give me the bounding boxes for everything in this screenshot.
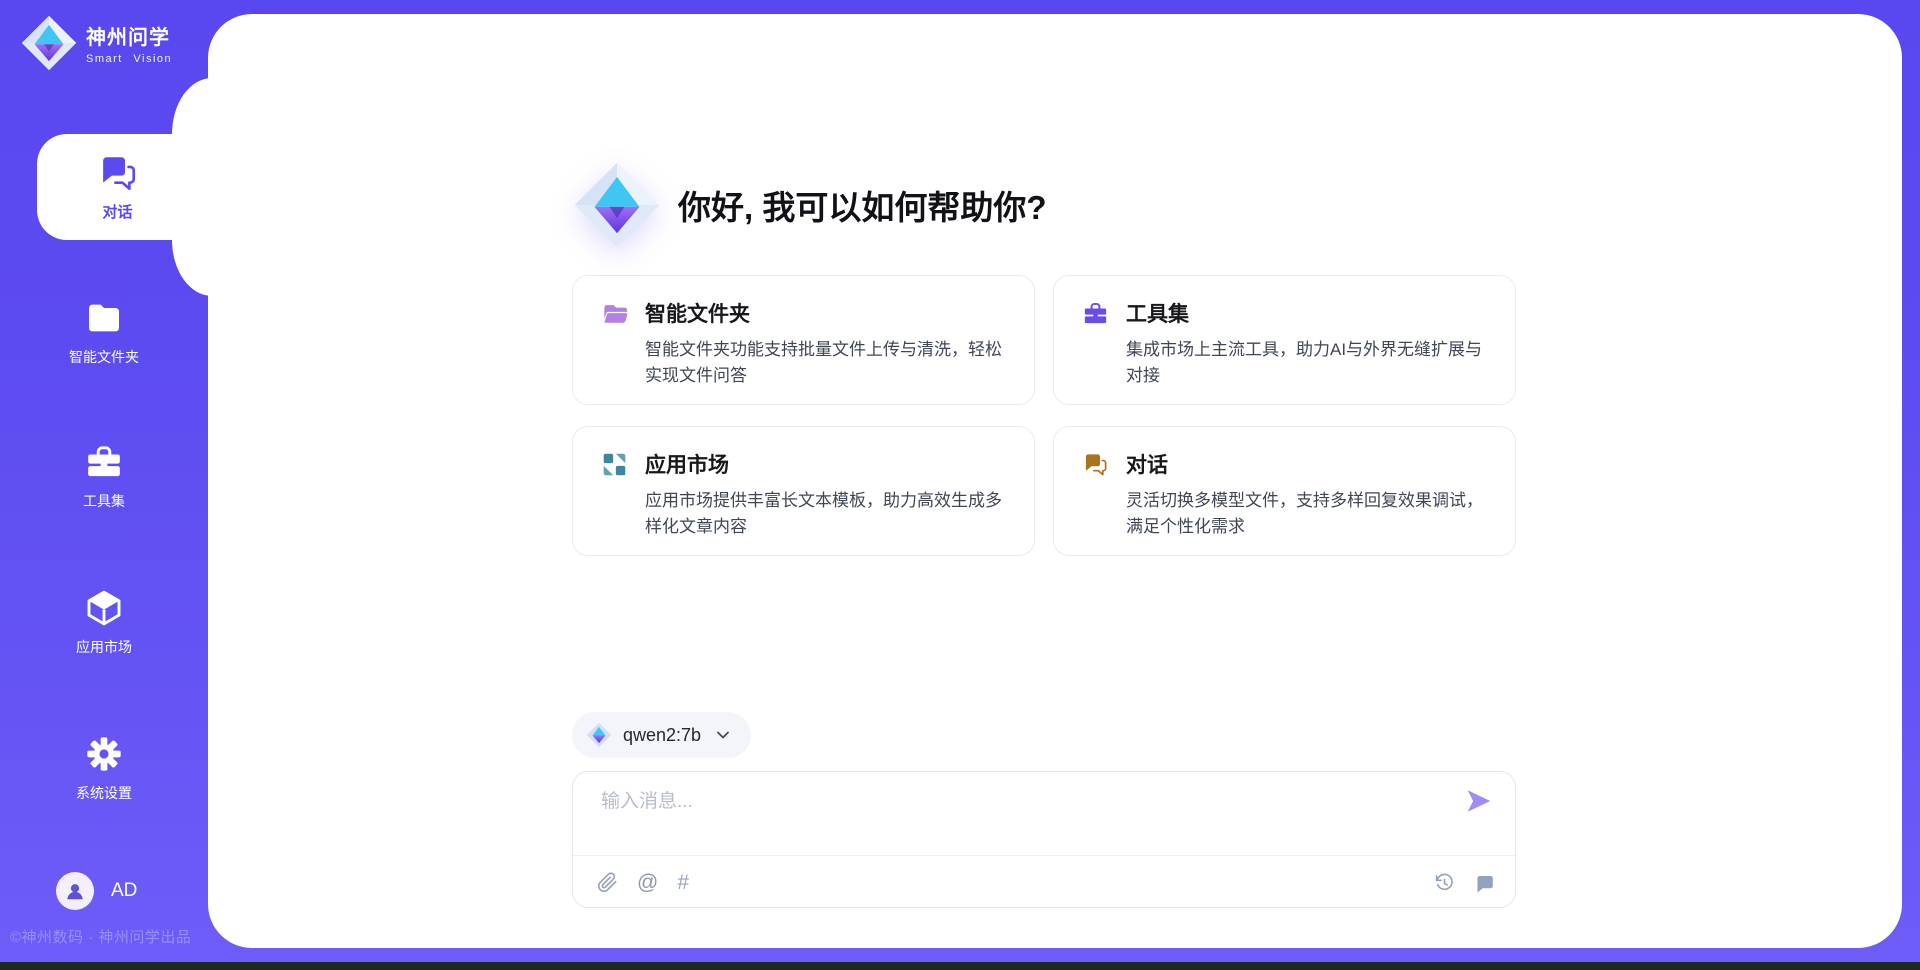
card-description: 智能文件夹功能支持批量文件上传与清洗，轻松实现文件问答 [645, 337, 1006, 388]
hash-icon[interactable]: # [677, 872, 689, 893]
model-selector[interactable]: qwen2:7b [572, 712, 751, 758]
card-smart-folder[interactable]: 智能文件夹 智能文件夹功能支持批量文件上传与清洗，轻松实现文件问答 [572, 275, 1035, 405]
mention-icon[interactable]: @ [637, 872, 658, 893]
brand-logo-icon [20, 14, 78, 72]
app-window: 神州问学 Smart Vision 对话 智能文件夹 [0, 0, 1920, 970]
composer-input-area [573, 772, 1515, 855]
user-initials: AD [111, 880, 137, 902]
sidebar-item-toolset[interactable]: 工具集 [0, 442, 208, 511]
assistant-logo-icon [572, 160, 662, 250]
composer-toolbar: @ # [573, 856, 1515, 908]
user-profile[interactable]: AD [56, 872, 137, 910]
tab-flare-bottom [172, 240, 212, 296]
grid-icon [601, 451, 628, 478]
toolbox-icon [83, 442, 125, 482]
chat-bubble-icon[interactable] [1474, 872, 1495, 893]
card-toolset[interactable]: 工具集 集成市场上主流工具，助力AI与外界无缝扩展与对接 [1053, 275, 1516, 405]
model-name: qwen2:7b [623, 725, 701, 746]
main-panel: 你好, 我可以如何帮助你? 智能文件夹 智能文件夹功能支持批量文件上传与清洗，轻… [208, 14, 1902, 948]
gear-icon [83, 734, 125, 774]
sidebar-item-chat[interactable]: 对话 [37, 134, 212, 240]
chevron-down-icon [715, 727, 731, 743]
card-title: 对话 [1126, 449, 1168, 479]
chat-icon [96, 152, 140, 194]
greeting-title: 你好, 我可以如何帮助你? [678, 181, 1047, 229]
sidebar: 神州问学 Smart Vision 对话 智能文件夹 [0, 0, 208, 970]
card-header: 应用市场 [601, 449, 1006, 479]
card-title: 智能文件夹 [645, 298, 750, 328]
sidebar-item-label: 应用市场 [76, 637, 132, 657]
history-icon[interactable] [1434, 872, 1455, 893]
model-logo-icon [586, 722, 612, 748]
card-app-market[interactable]: 应用市场 应用市场提供丰富长文本模板，助力高效生成多样化文章内容 [572, 426, 1035, 556]
bottom-strip [0, 962, 1920, 970]
chat-icon [1082, 451, 1109, 478]
message-input[interactable] [599, 790, 1359, 814]
brand-logo: 神州问学 Smart Vision [20, 14, 172, 72]
card-title: 工具集 [1126, 298, 1189, 328]
toolbox-icon [1082, 300, 1109, 327]
card-header: 智能文件夹 [601, 298, 1006, 328]
cube-icon [83, 588, 125, 628]
folder-open-icon [601, 300, 628, 327]
content-column: 你好, 我可以如何帮助你? 智能文件夹 智能文件夹功能支持批量文件上传与清洗，轻… [572, 14, 1516, 948]
card-title: 应用市场 [645, 449, 729, 479]
brand-text: 神州问学 Smart Vision [86, 21, 172, 65]
person-icon [64, 880, 86, 902]
card-description: 集成市场上主流工具，助力AI与外界无缝扩展与对接 [1126, 337, 1487, 388]
folder-icon [83, 298, 125, 338]
send-icon [1465, 787, 1493, 815]
copyright: ©神州数码 · 神州问学出品 [10, 926, 191, 947]
sidebar-item-smart-folder[interactable]: 智能文件夹 [0, 298, 208, 367]
card-header: 工具集 [1082, 298, 1487, 328]
sidebar-item-label: 系统设置 [76, 783, 132, 803]
brand-subtitle: Smart Vision [86, 53, 172, 65]
greeting-row: 你好, 我可以如何帮助你? [572, 160, 1047, 250]
avatar [56, 872, 94, 910]
card-description: 应用市场提供丰富长文本模板，助力高效生成多样化文章内容 [645, 488, 1006, 539]
sidebar-item-settings[interactable]: 系统设置 [0, 734, 208, 803]
card-description: 灵活切换多模型文件，支持多样回复效果调试，满足个性化需求 [1126, 488, 1487, 539]
tab-flare-top [172, 78, 212, 134]
feature-cards: 智能文件夹 智能文件夹功能支持批量文件上传与清洗，轻松实现文件问答 工具集 [572, 275, 1516, 556]
message-composer: @ # [572, 771, 1516, 908]
brand-name: 神州问学 [86, 21, 172, 50]
send-button[interactable] [1463, 786, 1495, 818]
sidebar-item-app-market[interactable]: 应用市场 [0, 588, 208, 657]
sidebar-item-label: 对话 [102, 201, 132, 222]
attachment-icon[interactable] [597, 872, 618, 893]
sidebar-item-label: 智能文件夹 [69, 347, 139, 367]
card-chat[interactable]: 对话 灵活切换多模型文件，支持多样回复效果调试，满足个性化需求 [1053, 426, 1516, 556]
card-header: 对话 [1082, 449, 1487, 479]
sidebar-item-label: 工具集 [83, 491, 125, 511]
